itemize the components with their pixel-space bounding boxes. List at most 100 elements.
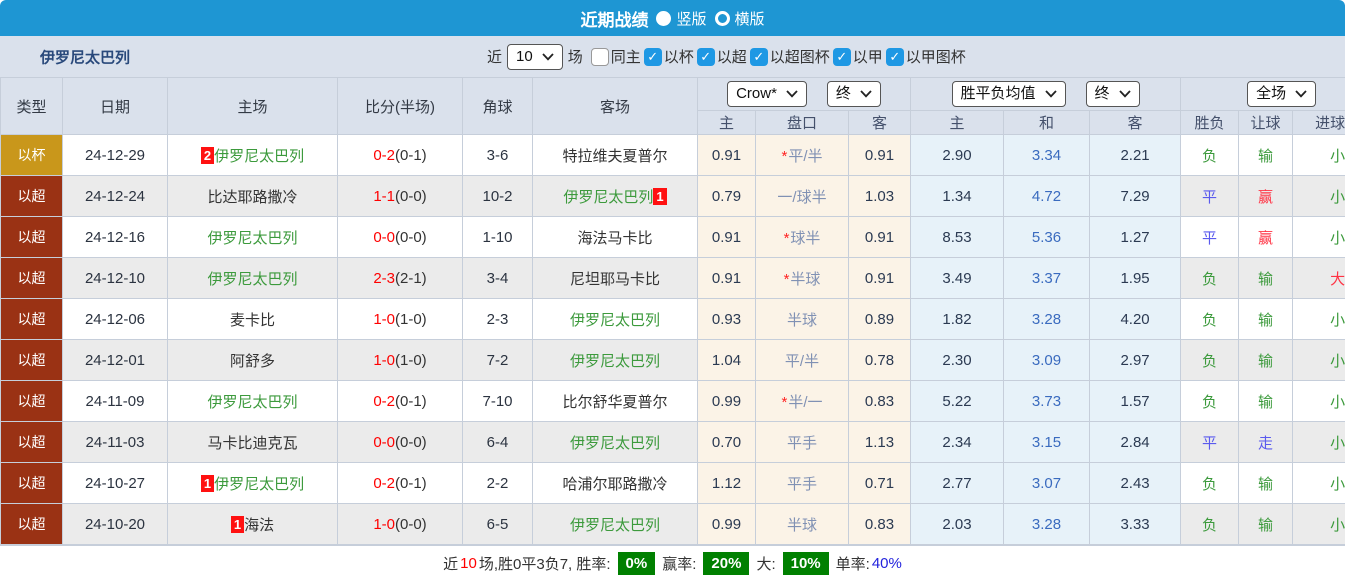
league-filter-label[interactable]: 以杯 (664, 46, 694, 67)
checkbox-checked-icon[interactable] (833, 48, 851, 66)
mean-odds-value: 胜平负均值 (961, 84, 1036, 104)
goals-result-cell: 小 (1293, 463, 1345, 504)
mean-home-value: 2.30 (942, 352, 971, 369)
radio-horizontal-layout[interactable]: 横版 (715, 8, 765, 29)
mean-away-cell: 1.95 (1090, 258, 1181, 299)
sub-header-odds-home: 主 (698, 111, 756, 135)
league-filter-5[interactable]: 以甲图杯 (886, 46, 966, 67)
handicap-result: 赢 (1258, 189, 1273, 206)
league-filter-label[interactable]: 以甲 (853, 46, 883, 67)
corner-cell: 6-5 (463, 504, 533, 545)
mean-time-select[interactable]: 终 (1086, 81, 1140, 107)
handicap-result: 输 (1258, 271, 1273, 288)
scope-group-header: 全场 (1181, 78, 1345, 111)
league-filter-label[interactable]: 以超图杯 (770, 46, 830, 67)
league-filter-2[interactable]: 以超 (697, 46, 747, 67)
radio-horizontal-label[interactable]: 横版 (735, 8, 765, 29)
mean-draw-value: 3.15 (1032, 434, 1061, 451)
score-cell: 1-0(1-0) (338, 299, 463, 340)
mean-away-cell: 2.21 (1090, 135, 1181, 176)
handicap-line-cell: *平/半 (756, 135, 849, 176)
checkbox-checked-icon[interactable] (644, 48, 662, 66)
away-team-name: 伊罗尼太巴列 (570, 353, 660, 370)
score-cell: 1-1(0-0) (338, 176, 463, 217)
live-star-icon: * (781, 394, 787, 411)
mean-away-cell: 4.20 (1090, 299, 1181, 340)
radio-vertical-label[interactable]: 竖版 (676, 8, 706, 29)
odds-away-cell: 0.78 (849, 340, 911, 381)
radio-vertical-layout[interactable]: 竖版 (656, 8, 706, 29)
league-filter-label[interactable]: 以甲图杯 (906, 46, 966, 67)
handicap-result-cell: 输 (1239, 381, 1293, 422)
sub-header-handicap: 让球 (1239, 111, 1293, 135)
wdl-result: 负 (1202, 394, 1217, 411)
league-filter-4[interactable]: 以甲 (833, 46, 883, 67)
mean-away-cell: 1.57 (1090, 381, 1181, 422)
league-filter-label[interactable]: 以超 (717, 46, 747, 67)
corner-cell: 7-10 (463, 381, 533, 422)
chevron-down-icon (1295, 90, 1307, 98)
match-date: 24-12-29 (85, 147, 145, 164)
corner-cell: 2-3 (463, 299, 533, 340)
odds-home-cell: 0.91 (698, 258, 756, 299)
mean-draw-cell: 3.73 (1004, 381, 1090, 422)
odds-away-cell: 0.83 (849, 504, 911, 545)
results-tbody: 以杯24-12-292伊罗尼太巴列0-2(0-1)3-6特拉维夫夏普尔0.91*… (1, 135, 1345, 545)
match-type-label: 以超 (18, 311, 46, 327)
checkbox-checked-icon[interactable] (750, 48, 768, 66)
match-type-label: 以超 (18, 188, 46, 204)
goals-result-cell: 小 (1293, 504, 1345, 545)
wdl-result-cell: 负 (1181, 504, 1239, 545)
checkbox-checked-icon[interactable] (886, 48, 904, 66)
date-cell: 24-11-09 (63, 381, 168, 422)
match-date: 24-12-01 (85, 352, 145, 369)
scope-select[interactable]: 全场 (1247, 81, 1316, 107)
col-header-date: 日期 (63, 78, 168, 135)
home-team-name: 伊罗尼太巴列 (207, 271, 297, 288)
checkbox-unchecked-icon[interactable] (591, 48, 609, 66)
summary-prefix: 近 (443, 553, 458, 574)
col-header-corner: 角球 (463, 78, 533, 135)
mean-draw-value: 3.28 (1032, 516, 1061, 533)
odds-home-cell: 1.04 (698, 340, 756, 381)
match-type-label: 以超 (18, 229, 46, 245)
league-filter-label[interactable]: 同主 (611, 46, 641, 67)
home-team-cell: 马卡比迪克瓦 (168, 422, 338, 463)
league-filter-1[interactable]: 以杯 (644, 46, 694, 67)
col-header-home: 主场 (168, 78, 338, 135)
radio-unselected-icon[interactable] (715, 11, 730, 26)
mean-home-cell: 1.82 (911, 299, 1004, 340)
handicap-result-cell: 输 (1239, 299, 1293, 340)
wdl-result: 负 (1202, 312, 1217, 329)
mean-away-cell: 1.27 (1090, 217, 1181, 258)
radio-selected-icon[interactable] (656, 11, 671, 26)
match-type-label: 以杯 (18, 147, 46, 163)
mean-home-cell: 2.03 (911, 504, 1004, 545)
handicap-result: 走 (1258, 435, 1273, 452)
date-cell: 24-12-10 (63, 258, 168, 299)
handicap-line-cell: 半球 (756, 299, 849, 340)
league-filter-0[interactable]: 同主 (591, 46, 641, 67)
odds-company-select[interactable]: Crow* (727, 81, 807, 107)
chevron-down-icon (1119, 90, 1131, 98)
corner-count: 1-10 (482, 229, 512, 246)
league-filter-3[interactable]: 以超图杯 (750, 46, 830, 67)
goals-result: 小 (1330, 476, 1345, 493)
away-team-cell: 伊罗尼太巴列 (533, 504, 698, 545)
mean-away-value: 1.27 (1120, 229, 1149, 246)
match-type-cell: 以杯 (1, 135, 63, 176)
odds-away-cell: 0.91 (849, 258, 911, 299)
mean-odds-select[interactable]: 胜平负均值 (952, 81, 1066, 107)
date-cell: 24-12-16 (63, 217, 168, 258)
halftime-score: (0-0) (395, 516, 427, 533)
handicap-line-value: 平/半 (788, 148, 822, 165)
match-count-select[interactable]: 10 (507, 44, 563, 70)
home-team-cell: 伊罗尼太巴列 (168, 381, 338, 422)
handicap-result: 输 (1258, 476, 1273, 493)
away-team-cell: 哈浦尔耶路撒冷 (533, 463, 698, 504)
odds-time-select[interactable]: 终 (827, 81, 881, 107)
corner-count: 7-10 (482, 393, 512, 410)
checkbox-checked-icon[interactable] (697, 48, 715, 66)
title-bar: 近期战绩 竖版 横版 (0, 0, 1345, 36)
match-date: 24-11-09 (86, 393, 145, 410)
